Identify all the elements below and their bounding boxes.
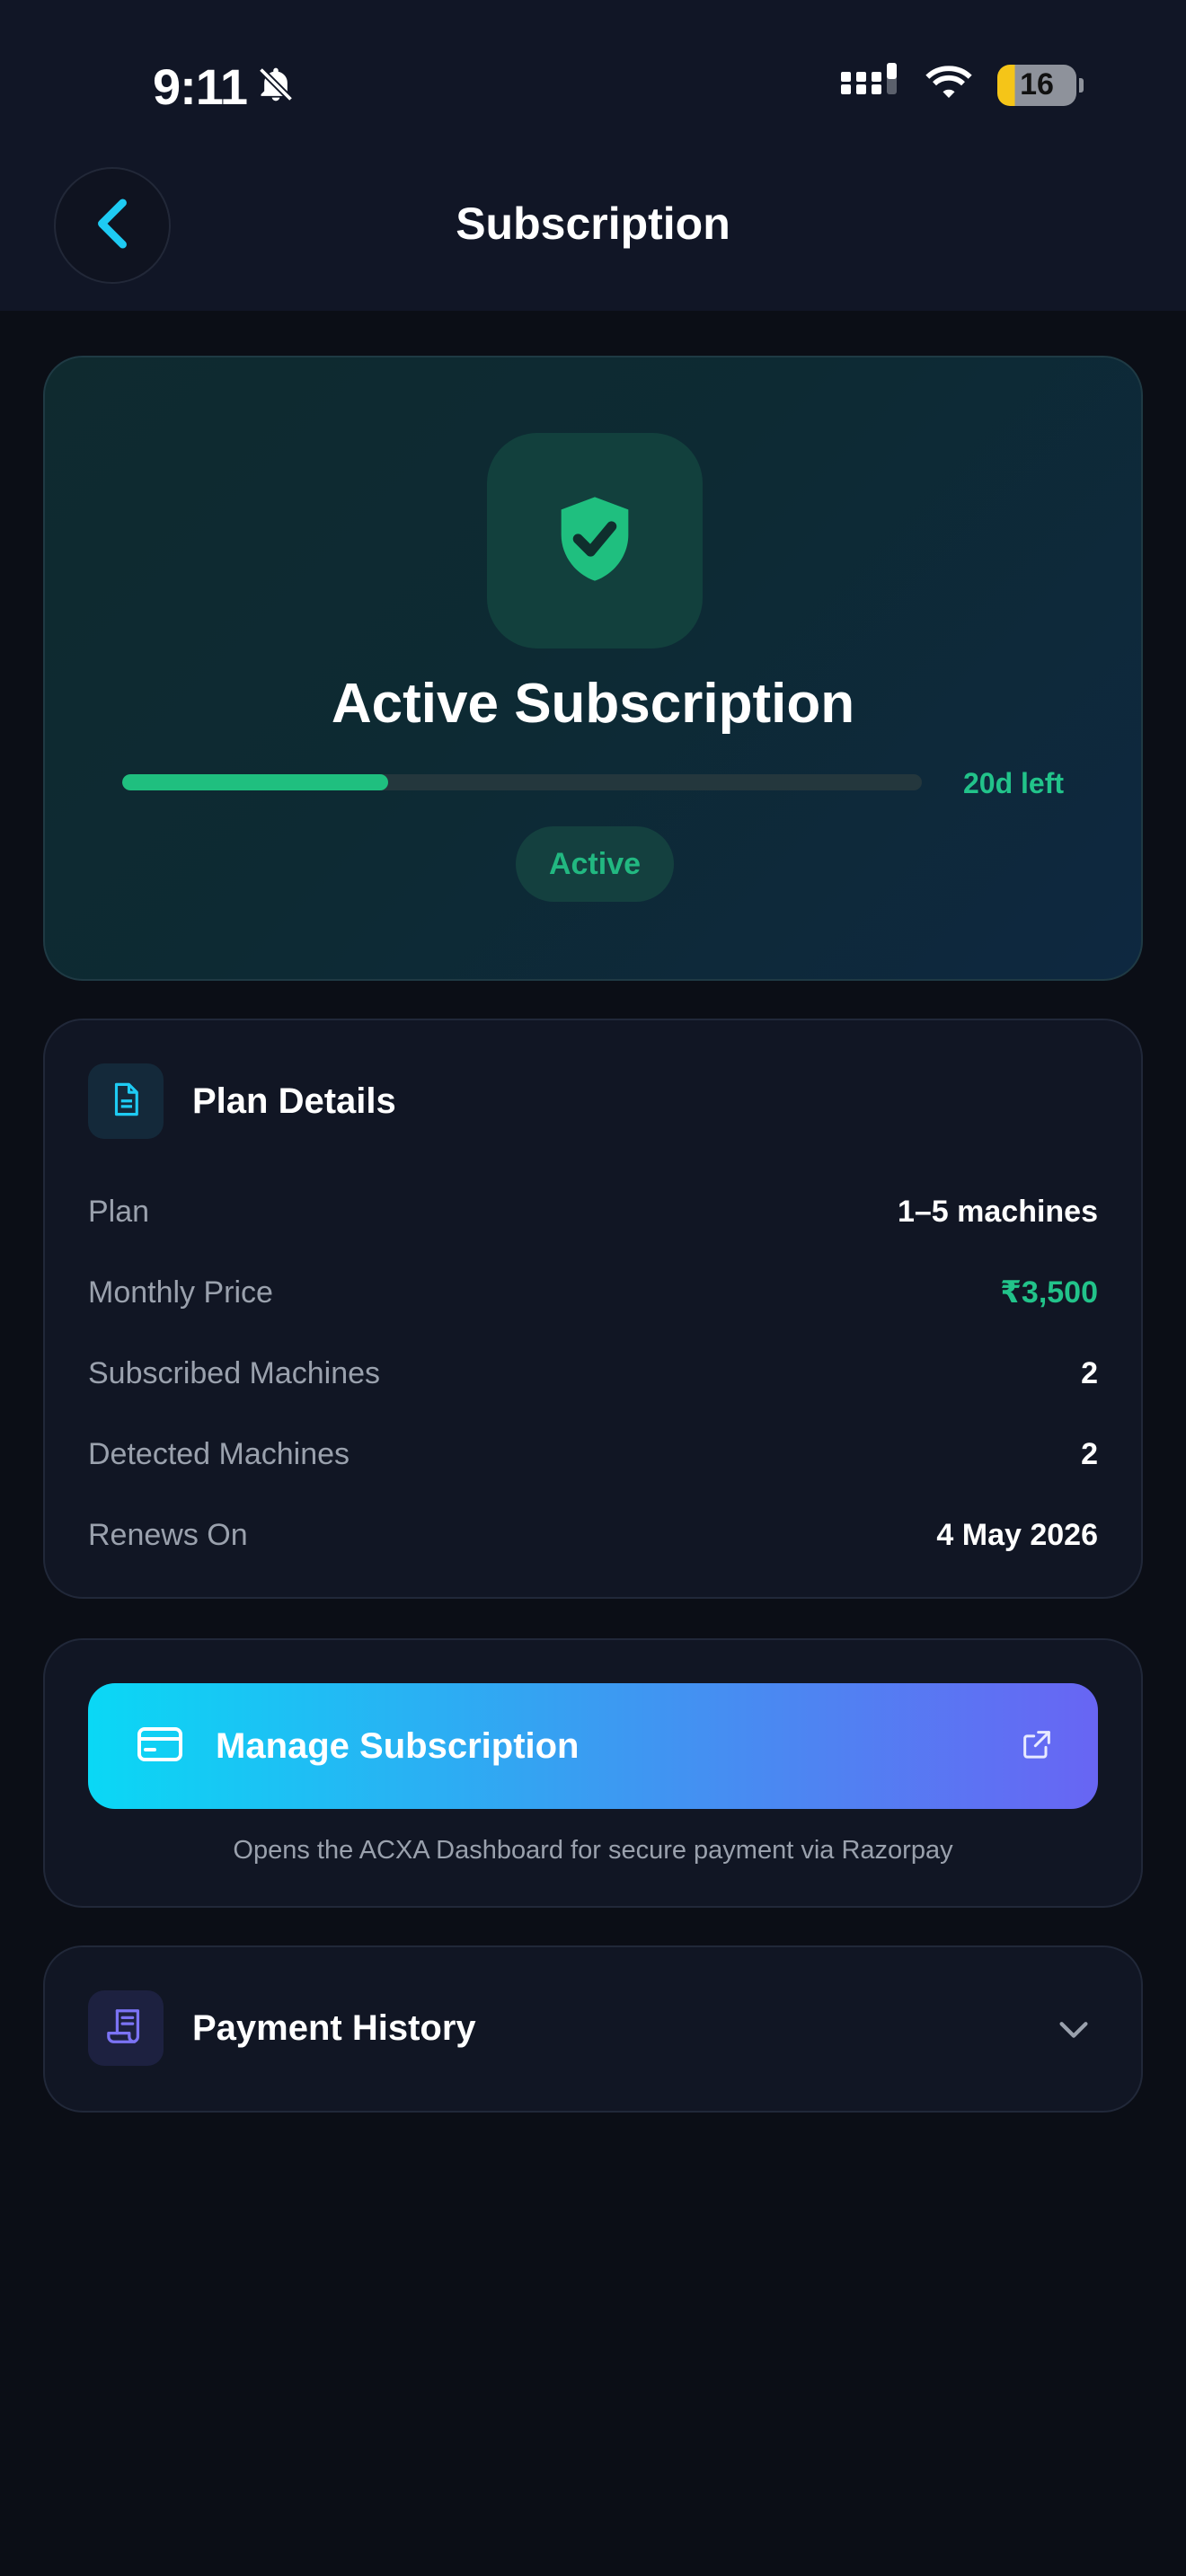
subscription-progress-bar	[122, 774, 922, 790]
manage-subscription-note: Opens the ACXA Dashboard for secure paym…	[233, 1836, 953, 1865]
subscription-status-card: Active Subscription 20d left Active	[43, 356, 1143, 981]
days-left-label: 20d left	[962, 767, 1064, 799]
plan-details-card: Plan Details Plan 1–5 machines Monthly P…	[43, 1019, 1143, 1599]
external-link-icon	[1019, 1726, 1055, 1767]
detected-machines-label: Detected Machines	[88, 1436, 350, 1471]
document-icon	[107, 1081, 145, 1123]
renews-on-label: Renews On	[88, 1517, 248, 1552]
subscribed-machines-value: 2	[1081, 1355, 1098, 1390]
battery-level: 16	[1020, 67, 1054, 101]
shield-check-icon	[544, 489, 645, 594]
monthly-price-row: Monthly Price ₹3,500	[88, 1252, 1098, 1333]
detected-machines-row: Detected Machines 2	[88, 1414, 1098, 1495]
payment-history-header: Payment History	[88, 1990, 476, 2066]
receipt-icon-box	[88, 1990, 164, 2066]
subscribed-machines-row: Subscribed Machines 2	[88, 1333, 1098, 1414]
detected-machines-value: 2	[1081, 1436, 1098, 1471]
subscription-status-title: Active Subscription	[331, 673, 855, 735]
plan-label: Plan	[88, 1194, 150, 1229]
renews-on-value: 4 May 2026	[936, 1517, 1098, 1552]
battery-icon: 16	[997, 64, 1084, 106]
top-bar: 9:11 16 Subscription	[0, 0, 1186, 311]
status-icons: 16	[841, 63, 1084, 107]
bell-slash-icon	[256, 57, 296, 116]
status-time-text: 9:11	[153, 58, 248, 115]
plan-value: 1–5 machines	[897, 1194, 1098, 1229]
payment-history-title: Payment History	[192, 2007, 476, 2048]
shield-badge	[487, 433, 703, 648]
plan-row: Plan 1–5 machines	[88, 1171, 1098, 1252]
monthly-price-value: ₹3,500	[1000, 1275, 1098, 1310]
chevron-down-icon[interactable]	[1053, 2008, 1094, 2054]
manage-subscription-label: Manage Subscription	[216, 1725, 580, 1766]
plan-details-rows: Plan 1–5 machines Monthly Price ₹3,500 S…	[88, 1171, 1098, 1575]
signal-icon	[841, 63, 900, 107]
subscription-progress-fill	[122, 774, 389, 790]
wifi-icon	[924, 64, 974, 106]
credit-card-icon	[137, 1725, 183, 1768]
manage-subscription-card: Manage Subscription Opens the ACXA Dashb…	[43, 1638, 1143, 1908]
plan-details-header: Plan Details	[88, 1063, 396, 1139]
document-icon-box	[88, 1063, 164, 1139]
payment-history-card[interactable]: Payment History	[43, 1945, 1143, 2113]
receipt-icon	[105, 2006, 146, 2051]
renews-on-row: Renews On 4 May 2026	[88, 1495, 1098, 1575]
plan-details-title: Plan Details	[192, 1081, 396, 1121]
subscription-screen: 9:11 16 Subscription Active Subscription…	[0, 0, 1186, 2576]
subscribed-machines-label: Subscribed Machines	[88, 1355, 381, 1390]
monthly-price-label: Monthly Price	[88, 1275, 273, 1310]
page-title: Subscription	[456, 198, 730, 249]
status-time: 9:11	[153, 57, 296, 116]
manage-subscription-button[interactable]: Manage Subscription	[88, 1683, 1098, 1809]
status-badge: Active	[516, 826, 674, 902]
